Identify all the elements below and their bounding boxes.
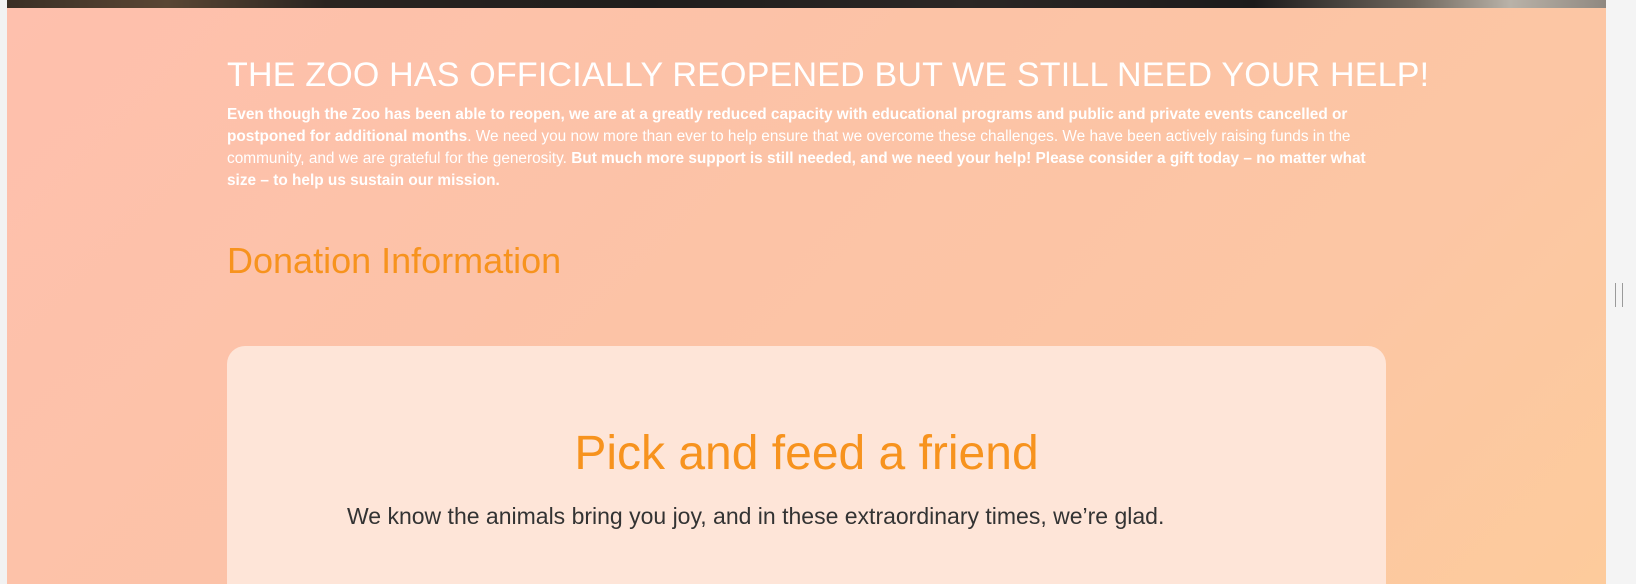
feed-a-friend-card: Pick and feed a friend We know the anima… (227, 346, 1386, 584)
window-left-edge (0, 0, 7, 584)
donation-info-heading: Donation Information (227, 240, 562, 281)
reopen-heading: THE ZOO HAS OFFICIALLY REOPENED BUT WE S… (227, 56, 1430, 94)
browser-viewport: THE ZOO HAS OFFICIALLY REOPENED BUT WE S… (0, 0, 1636, 584)
card-title: Pick and feed a friend (574, 427, 1039, 480)
card-description: We know the animals bring you joy, and i… (347, 503, 1165, 529)
scrollbar-grip[interactable] (1615, 283, 1623, 307)
donation-page-content: THE ZOO HAS OFFICIALLY REOPENED BUT WE S… (7, 8, 1607, 584)
reopen-intro-paragraph: Even though the Zoo has been able to reo… (227, 104, 1387, 192)
header-banner-image (7, 0, 1606, 8)
